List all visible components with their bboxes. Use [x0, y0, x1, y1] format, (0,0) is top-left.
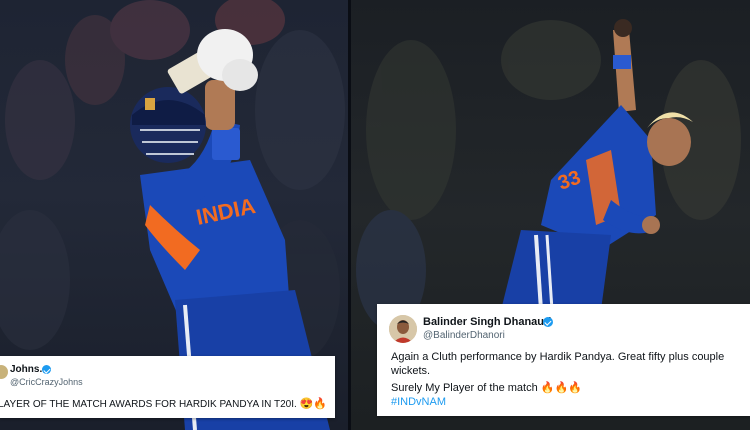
hashtag-link[interactable]: #INDvNAM	[391, 396, 446, 408]
tweet-card-right[interactable]: Balinder Singh Dhanauri @BalinderDhanori…	[377, 304, 750, 416]
tweet-author-handle[interactable]: @BalinderDhanori	[423, 330, 505, 341]
fire-emoji: 🔥🔥🔥	[540, 382, 582, 394]
tweet-card-left[interactable]: Johns. @CricCrazyJohns LAYER OF THE MATC…	[0, 356, 335, 418]
tweet-text-line: wickets.	[391, 365, 431, 377]
tweet-author-handle[interactable]: @CricCrazyJohns	[10, 377, 83, 387]
tweet-author-name[interactable]: Balinder Singh Dhanauri	[423, 316, 551, 328]
avatar[interactable]	[389, 315, 417, 343]
tweet-text-body: Surely My Player of the match	[391, 382, 538, 394]
tweet-text-line: Again a Cluth performance by Hardik Pand…	[391, 351, 725, 363]
tweet-text-body: LAYER OF THE MATCH AWARDS FOR HARDIK PAN…	[0, 399, 297, 410]
heart-eyes-fire-emoji: 😍🔥	[299, 398, 327, 410]
tweet-text: LAYER OF THE MATCH AWARDS FOR HARDIK PAN…	[0, 397, 327, 412]
avatar[interactable]	[0, 365, 8, 379]
verified-badge-icon	[543, 317, 553, 327]
verified-badge-icon	[42, 365, 51, 374]
tweet-text-line: Surely My Player of the match 🔥🔥🔥	[391, 381, 582, 395]
avatar-portrait-icon	[389, 315, 417, 343]
tweet-author-name[interactable]: Johns.	[10, 364, 42, 375]
